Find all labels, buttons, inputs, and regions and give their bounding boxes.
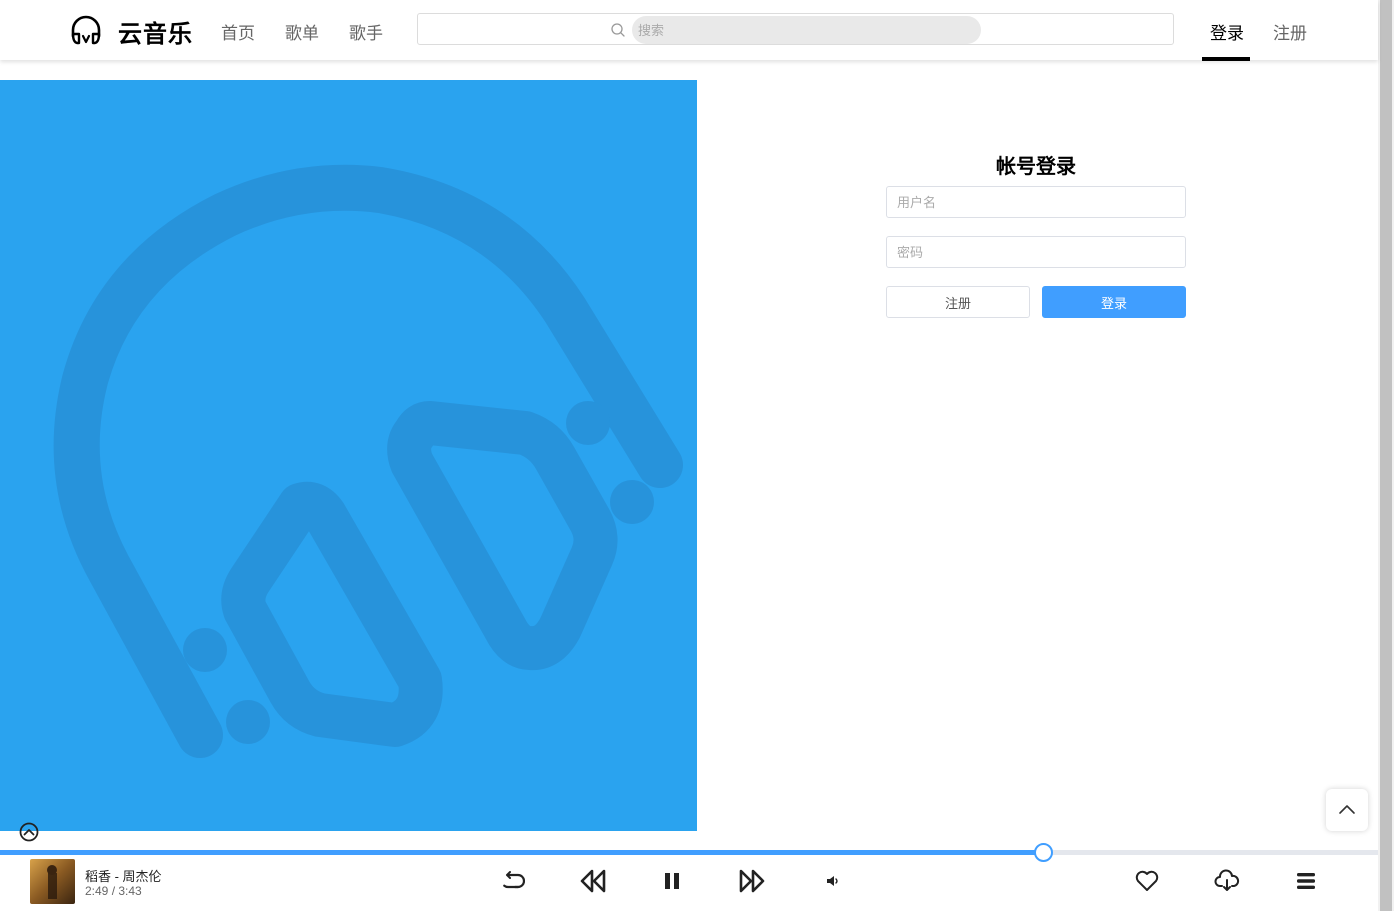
search-box	[417, 13, 1174, 45]
header-register-link[interactable]: 注册	[1273, 19, 1307, 44]
next-icon	[739, 869, 765, 893]
header-login-link[interactable]: 登录	[1210, 19, 1244, 44]
album-cover[interactable]	[30, 859, 75, 904]
pause-button[interactable]	[660, 869, 684, 893]
brand-name[interactable]: 云音乐	[118, 14, 193, 49]
search-icon[interactable]	[610, 22, 626, 38]
volume-button[interactable]	[825, 874, 841, 888]
search-input[interactable]	[632, 16, 981, 44]
player-collapse-icon[interactable]	[19, 822, 39, 842]
previous-button[interactable]	[579, 868, 607, 894]
back-to-top-button[interactable]	[1326, 789, 1368, 831]
active-tab-indicator	[1202, 57, 1250, 61]
volume-icon	[827, 876, 838, 886]
favorite-button[interactable]	[1133, 868, 1161, 894]
page-scrollbar-thumb[interactable]	[1380, 0, 1392, 911]
progress-fill	[0, 850, 1043, 855]
nav-home[interactable]: 首页	[221, 19, 255, 44]
heart-icon	[1135, 870, 1159, 891]
playback-progress[interactable]	[0, 843, 1378, 862]
playlist-menu-button[interactable]	[1294, 869, 1318, 893]
headphones-logo-icon[interactable]	[68, 12, 104, 48]
login-banner	[0, 80, 697, 831]
login-button[interactable]: 登录	[1042, 286, 1186, 318]
pause-icon	[665, 873, 679, 889]
username-field[interactable]	[886, 186, 1186, 218]
song-time: 2:49 / 3:43	[85, 884, 142, 898]
repeat-button[interactable]	[500, 869, 526, 893]
password-field[interactable]	[886, 236, 1186, 268]
repeat-icon	[501, 871, 525, 889]
next-button[interactable]	[738, 868, 766, 894]
cloud-download-icon	[1214, 869, 1240, 891]
login-title: 帐号登录	[996, 156, 1076, 178]
progress-handle[interactable]	[1034, 843, 1053, 862]
song-title[interactable]: 稻香 - 周杰伦	[85, 866, 162, 885]
previous-icon	[580, 869, 606, 893]
headphones-watermark-icon	[53, 164, 683, 758]
nav-playlists[interactable]: 歌单	[285, 19, 319, 44]
chevron-up-icon	[1339, 805, 1355, 814]
nav-singers[interactable]: 歌手	[349, 19, 383, 44]
register-button[interactable]: 注册	[886, 286, 1030, 318]
menu-icon	[1297, 873, 1315, 889]
top-header: 云音乐 首页 歌单 歌手 登录 注册	[0, 0, 1378, 61]
download-button[interactable]	[1213, 868, 1241, 894]
